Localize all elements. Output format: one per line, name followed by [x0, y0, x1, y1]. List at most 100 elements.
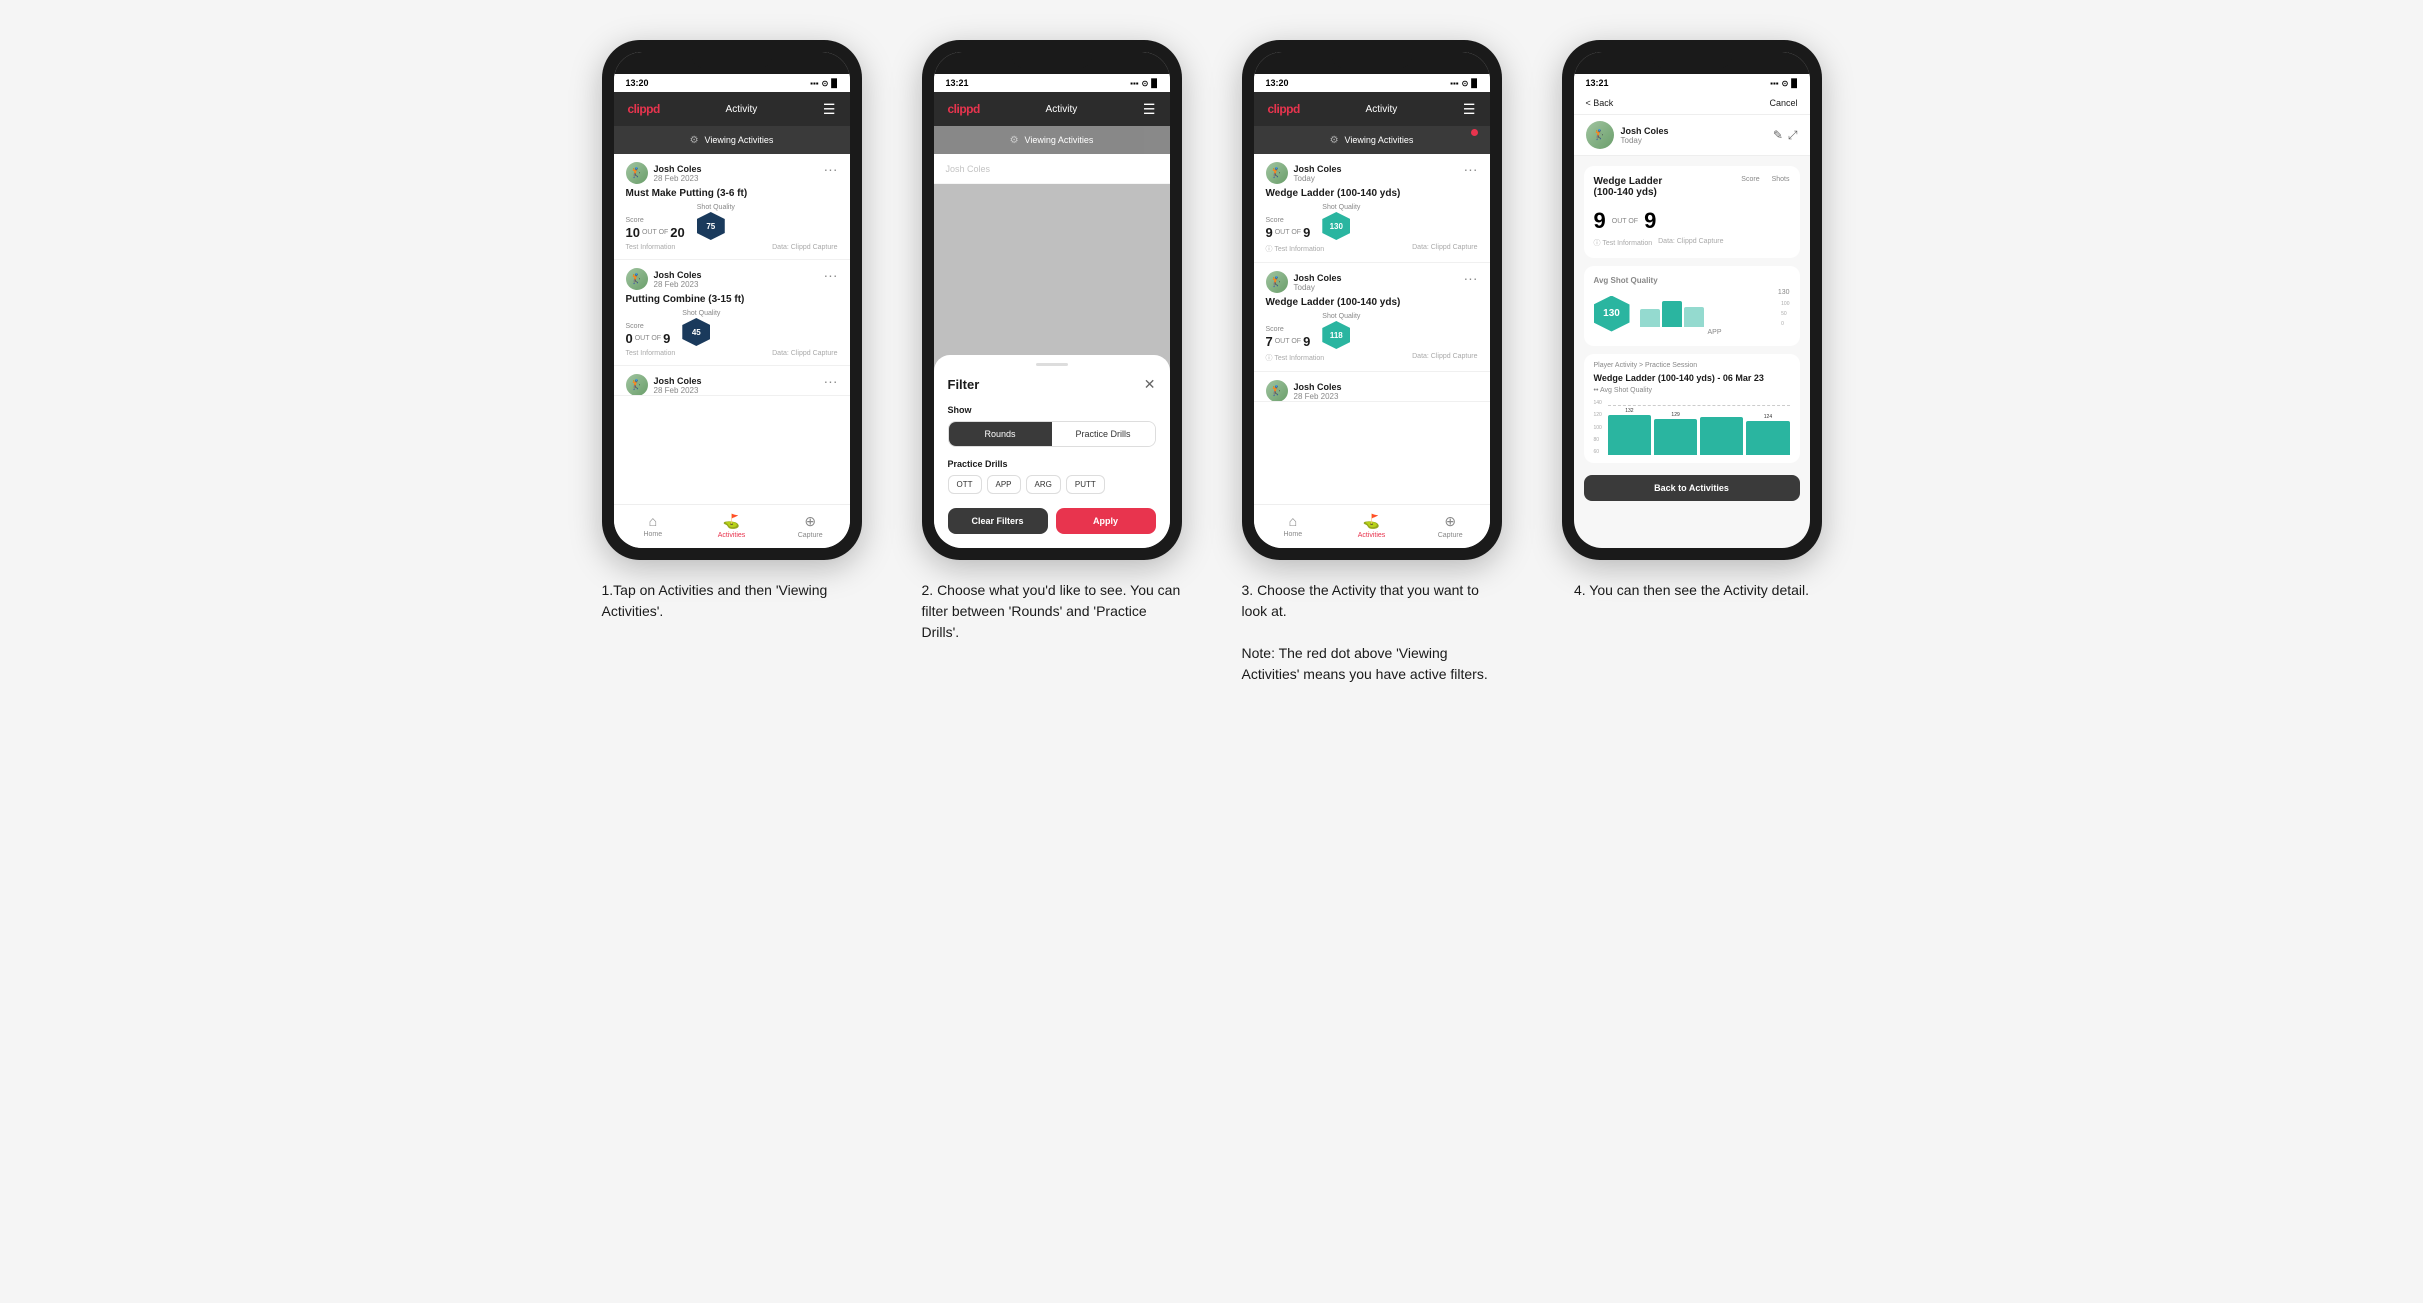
card-dots-3[interactable]: ··· — [824, 374, 838, 388]
expand-icon[interactable]: ⤢ — [1788, 128, 1798, 143]
menu-icon-2[interactable]: ☰ — [1143, 101, 1156, 118]
card-info-left-1: Test Information — [626, 244, 676, 251]
card-dots-p3-2[interactable]: ··· — [1464, 271, 1478, 285]
notch-pill-3 — [1332, 52, 1412, 68]
chip-putt[interactable]: PUTT — [1066, 475, 1105, 494]
card-p3-3-user: 🏌 Josh Coles 28 Feb 2023 — [1266, 380, 1342, 402]
nav-activities[interactable]: ⛳ Activities — [692, 513, 771, 539]
bar-label-1: 132 — [1625, 408, 1633, 414]
status-time-2: 13:21 — [946, 78, 969, 88]
capture-label: Capture — [798, 532, 823, 539]
rounds-toggle[interactable]: Rounds — [949, 422, 1052, 446]
activities-icon-3: ⛳ — [1363, 513, 1380, 530]
user-name-p3-3: Josh Coles — [1294, 382, 1342, 392]
card-stats-1: Score 10 OUT OF 20 Shot Quality — [626, 204, 838, 240]
activity-card-p3-2[interactable]: 🏌 Josh Coles Today ··· Wedge Ladder (100… — [1254, 263, 1490, 372]
card-dots-1[interactable]: ··· — [824, 162, 838, 176]
apply-button[interactable]: Apply — [1056, 508, 1156, 534]
phone-3-bottom-nav: ⌂ Home ⛳ Activities ⊕ Capture — [1254, 504, 1490, 548]
card-title-1: Must Make Putting (3-6 ft) — [626, 188, 838, 199]
detail-session-section: Player Activity > Practice Session Wedge… — [1584, 354, 1800, 463]
signal-icon-4: ▪▪▪ — [1770, 79, 1779, 88]
nav-activities-3[interactable]: ⛳ Activities — [1332, 513, 1411, 539]
score-value-1: 10 — [626, 225, 640, 240]
phone-column-4: 13:21 ▪▪▪ ⊙ ▉ < Back Cancel 🏌 — [1552, 40, 1832, 601]
cancel-button[interactable]: Cancel — [1769, 98, 1797, 108]
card-p3-3-header: 🏌 Josh Coles 28 Feb 2023 — [1266, 380, 1478, 402]
status-icons-2: ▪▪▪ ⊙ ▉ — [1130, 79, 1157, 88]
desc-3-main: 3. Choose the Activity that you want to … — [1242, 582, 1479, 619]
activity-card-2[interactable]: 🏌 Josh Coles 28 Feb 2023 ··· Putting Com… — [614, 260, 850, 366]
filter-show-label: Show — [948, 405, 1156, 415]
dashed-line — [1608, 405, 1790, 406]
phone-4-status-bar: 13:21 ▪▪▪ ⊙ ▉ — [1574, 74, 1810, 92]
card-p3-1-header: 🏌 Josh Coles Today ··· — [1266, 162, 1478, 184]
card-dots-2[interactable]: ··· — [824, 268, 838, 282]
user-avatar-p3-3: 🏌 — [1266, 380, 1288, 402]
phone-2-viewing-bar[interactable]: ⚙ Viewing Activities — [934, 126, 1170, 154]
score-group-2: Score 0 OUT OF 9 — [626, 323, 671, 346]
battery-icon: ▉ — [831, 79, 837, 88]
card-info-left-2: Test Information — [626, 350, 676, 357]
phone-4: 13:21 ▪▪▪ ⊙ ▉ < Back Cancel 🏌 — [1562, 40, 1822, 560]
phone-2-status-bar: 13:21 ▪▪▪ ⊙ ▉ — [934, 74, 1170, 92]
description-2: 2. Choose what you'd like to see. You ca… — [922, 580, 1182, 643]
phone-1-viewing-bar[interactable]: ⚙ Viewing Activities — [614, 126, 850, 154]
score-label-p3-2: Score — [1266, 326, 1311, 333]
sq-group-p3-2: Shot Quality 118 — [1322, 313, 1360, 349]
chip-ott[interactable]: OTT — [948, 475, 982, 494]
nav-capture-3[interactable]: ⊕ Capture — [1411, 513, 1490, 539]
nav-home[interactable]: ⌂ Home — [614, 513, 693, 538]
score-group-p3-2: Score 7 OUT OF 9 — [1266, 326, 1311, 349]
activity-card-1[interactable]: 🏌 Josh Coles 28 Feb 2023 ··· Must Make P… — [614, 154, 850, 260]
back-button[interactable]: < Back — [1586, 98, 1614, 108]
phone-3-viewing-bar[interactable]: ⚙ Viewing Activities — [1254, 126, 1490, 154]
battery-icon-3: ▉ — [1471, 79, 1477, 88]
user-info-1: Josh Coles 28 Feb 2023 — [654, 164, 702, 183]
app-nav-title: Activity — [726, 104, 758, 115]
chip-arg[interactable]: ARG — [1026, 475, 1061, 494]
score-group-1: Score 10 OUT OF 20 — [626, 217, 685, 240]
avg-hexagon: 130 — [1594, 296, 1630, 332]
sq-label-p3-2: Shot Quality — [1322, 313, 1360, 320]
sq-badge-p3-1: 130 — [1322, 212, 1350, 240]
card-dots-p3-1[interactable]: ··· — [1464, 162, 1478, 176]
user-date-p3-3: 28 Feb 2023 — [1294, 392, 1342, 401]
user-date-2: 28 Feb 2023 — [654, 280, 702, 289]
phone-3-screen: 13:20 ▪▪▪ ⊙ ▉ clippd Activity ☰ ⚙ Viewin… — [1254, 52, 1490, 548]
red-dot-indicator — [1471, 129, 1478, 136]
status-icons-4: ▪▪▪ ⊙ ▉ — [1770, 79, 1797, 88]
phone-2-screen: 13:21 ▪▪▪ ⊙ ▉ clippd Activity ☰ ⚙ Viewin… — [934, 52, 1170, 548]
card-2-user: 🏌 Josh Coles 28 Feb 2023 — [626, 268, 702, 290]
card-title-p3-2: Wedge Ladder (100-140 yds) — [1266, 297, 1478, 308]
phone-1-notch — [614, 52, 850, 74]
score-outof-p3-2: 7 OUT OF 9 — [1266, 334, 1311, 349]
sq-label-p3-1: Shot Quality — [1322, 204, 1360, 211]
shots-meta-label: Shots — [1772, 176, 1790, 183]
card-stats-2: Score 0 OUT OF 9 Shot Quality 4 — [626, 310, 838, 346]
card-info-left-p3-2: ⓘ Test Information — [1266, 353, 1325, 363]
activities-label-3: Activities — [1358, 532, 1386, 539]
activity-card-3[interactable]: 🏌 Josh Coles 28 Feb 2023 ··· — [614, 366, 850, 396]
filter-close-icon[interactable]: ✕ — [1144, 376, 1156, 393]
edit-icon[interactable]: ✎ — [1773, 128, 1783, 143]
chip-app[interactable]: APP — [987, 475, 1021, 494]
activity-card-p3-1[interactable]: 🏌 Josh Coles Today ··· Wedge Ladder (100… — [1254, 154, 1490, 263]
detail-nav: < Back Cancel — [1574, 92, 1810, 115]
menu-icon[interactable]: ☰ — [823, 101, 836, 118]
nav-capture[interactable]: ⊕ Capture — [771, 513, 850, 539]
detail-user-name: Josh Coles — [1621, 126, 1669, 136]
nav-home-3[interactable]: ⌂ Home — [1254, 513, 1333, 538]
menu-icon-3[interactable]: ☰ — [1463, 101, 1476, 118]
activity-card-p3-3[interactable]: 🏌 Josh Coles 28 Feb 2023 — [1254, 372, 1490, 402]
phone-1-app-nav: clippd Activity ☰ — [614, 92, 850, 126]
card-footer-2: Test Information Data: Clippd Capture — [626, 350, 838, 357]
practice-drills-toggle[interactable]: Practice Drills — [1052, 422, 1155, 446]
clear-filters-button[interactable]: Clear Filters — [948, 508, 1048, 534]
card-info-right-1: Data: Clippd Capture — [772, 244, 837, 251]
background-card-partial: Josh Coles — [934, 154, 1170, 184]
back-to-activities-button[interactable]: Back to Activities — [1584, 475, 1800, 501]
phone-2-app-nav: clippd Activity ☰ — [934, 92, 1170, 126]
bar-1 — [1608, 415, 1651, 455]
score-meta-label: Score — [1741, 176, 1759, 183]
